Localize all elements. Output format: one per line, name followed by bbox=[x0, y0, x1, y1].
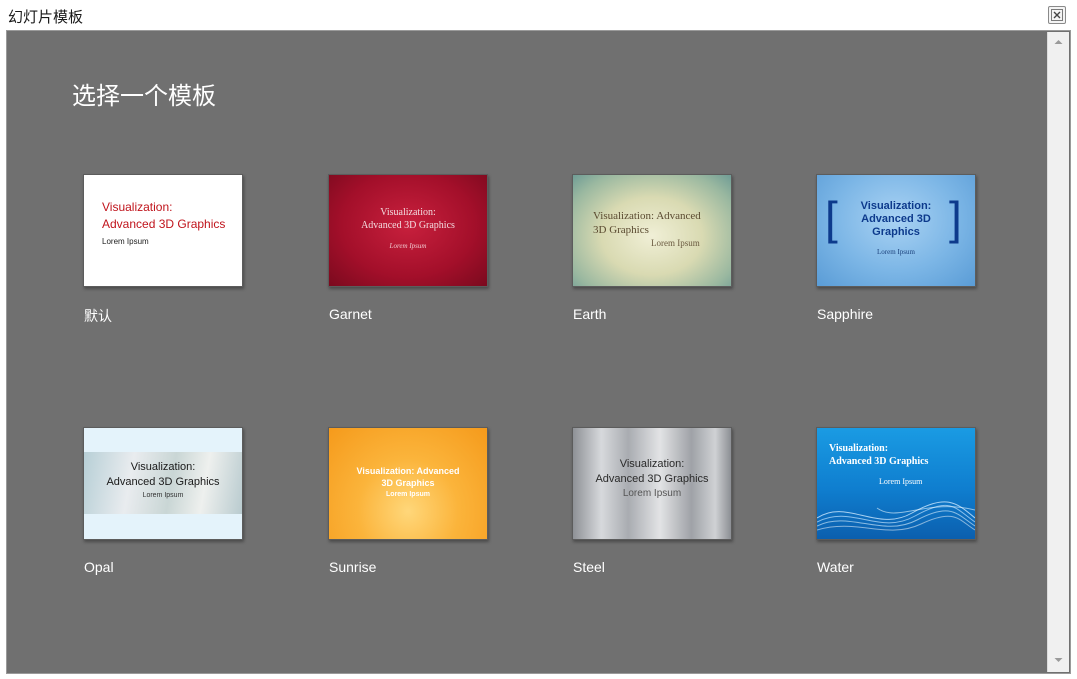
template-label: 默认 bbox=[84, 308, 112, 324]
page-title: 选择一个模板 bbox=[72, 82, 216, 110]
template-thumbnail[interactable]: Visualization: Advanced 3D Graphics Lore… bbox=[572, 427, 732, 540]
slide-title-line1: Visualization: bbox=[130, 461, 196, 473]
window-title: 幻灯片模板 bbox=[8, 8, 84, 26]
template-thumbnail[interactable]: Visualization: Advanced 3D Graphics Lore… bbox=[328, 174, 488, 287]
template-thumbnail[interactable]: [ ] Visualization: Advanced 3D Graphics … bbox=[816, 174, 976, 287]
scroll-down-arrow-icon[interactable] bbox=[1053, 656, 1064, 664]
slide-title-line2: Advanced 3D bbox=[861, 213, 931, 225]
slide-title-line1: Visualization: bbox=[380, 207, 436, 218]
template-sapphire[interactable]: [ ] Visualization: Advanced 3D Graphics … bbox=[816, 174, 976, 322]
template-default[interactable]: Visualization: Advanced 3D Graphics Lore… bbox=[83, 174, 243, 324]
water-wave-decoration bbox=[817, 501, 975, 531]
template-label: Steel bbox=[573, 559, 605, 575]
slide-title-line2: Advanced 3D Graphics bbox=[829, 456, 929, 467]
template-thumbnail[interactable]: Visualization: Advanced 3D Graphics Lore… bbox=[572, 174, 732, 287]
slide-title-line2: Advanced 3D Graphics bbox=[102, 217, 226, 231]
template-gallery: 选择一个模板 Visualization: Advanced 3D Graphi… bbox=[8, 32, 1046, 672]
close-icon bbox=[1051, 9, 1063, 21]
template-label: Opal bbox=[84, 559, 114, 575]
template-opal[interactable]: Visualization: Advanced 3D Graphics Lore… bbox=[83, 427, 243, 575]
slide-title-line2: Advanced 3D Graphics bbox=[106, 476, 220, 488]
template-water[interactable]: Visualization: Advanced 3D Graphics Lore… bbox=[816, 427, 976, 575]
slide-subtitle: Lorem Ipsum bbox=[879, 477, 923, 486]
template-label: Garnet bbox=[329, 306, 372, 322]
slide-title-line2: Advanced 3D Graphics bbox=[361, 220, 455, 231]
template-sunrise[interactable]: Visualization: Advanced 3D Graphics Lore… bbox=[328, 427, 488, 575]
slide-title-line3: Graphics bbox=[872, 226, 920, 238]
template-thumbnail[interactable]: Visualization: Advanced 3D Graphics Lore… bbox=[328, 427, 488, 540]
template-earth[interactable]: Visualization: Advanced 3D Graphics Lore… bbox=[572, 174, 732, 322]
slide-title-line2: 3D Graphics bbox=[381, 478, 435, 488]
slide-title-line1: Visualization: bbox=[619, 458, 685, 470]
slide-subtitle: Lorem Ipsum bbox=[142, 492, 184, 499]
template-thumbnail[interactable]: Visualization: Advanced 3D Graphics Lore… bbox=[83, 427, 243, 540]
template-steel[interactable]: Visualization: Advanced 3D Graphics Lore… bbox=[572, 427, 732, 575]
template-thumbnail[interactable]: Visualization: Advanced 3D Graphics Lore… bbox=[83, 174, 243, 287]
slide-title-line1: Visualization: bbox=[860, 200, 932, 212]
template-label: Earth bbox=[573, 306, 607, 322]
template-label: Water bbox=[817, 559, 854, 575]
scroll-up-arrow-icon[interactable] bbox=[1053, 38, 1064, 46]
slide-title-line1: Visualization: Advanced bbox=[593, 210, 701, 222]
slide-title-line1: Visualization: bbox=[102, 200, 173, 214]
vertical-scrollbar[interactable] bbox=[1047, 32, 1069, 672]
slide-subtitle: Lorem Ipsum bbox=[389, 242, 427, 250]
template-label: Sapphire bbox=[817, 306, 874, 322]
close-button[interactable] bbox=[1048, 6, 1066, 24]
slide-title-line1: Visualization: bbox=[829, 443, 889, 454]
slide-title-line1: Visualization: Advanced bbox=[356, 466, 460, 476]
slide-subtitle: Lorem Ipsum bbox=[651, 238, 700, 248]
slide-subtitle: Lorem Ipsum bbox=[877, 248, 915, 256]
slide-subtitle: Lorem Ipsum bbox=[386, 491, 430, 498]
slide-title-line2: Advanced 3D Graphics bbox=[595, 473, 709, 485]
slide-title-line2: 3D Graphics bbox=[593, 224, 649, 236]
template-thumbnail[interactable]: Visualization: Advanced 3D Graphics Lore… bbox=[816, 427, 976, 540]
template-dialog: 选择一个模板 Visualization: Advanced 3D Graphi… bbox=[6, 30, 1071, 674]
template-garnet[interactable]: Visualization: Advanced 3D Graphics Lore… bbox=[328, 174, 488, 322]
template-label: Sunrise bbox=[329, 559, 377, 575]
slide-subtitle: Lorem Ipsum bbox=[622, 488, 682, 499]
window-titlebar: 幻灯片模板 bbox=[0, 0, 1077, 30]
slide-subtitle: Lorem Ipsum bbox=[102, 237, 149, 246]
